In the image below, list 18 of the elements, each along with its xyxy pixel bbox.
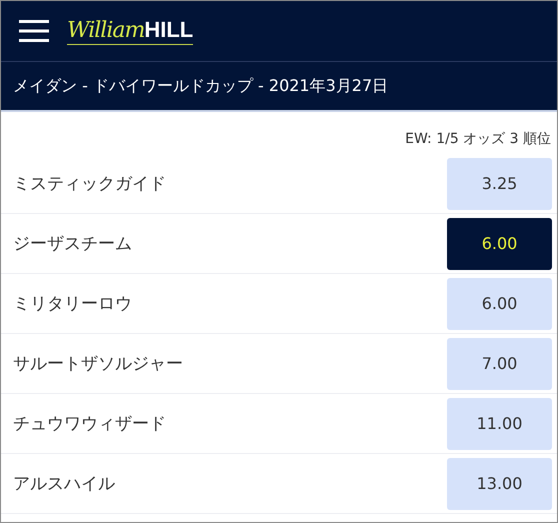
each-way-terms: EW: 1/5 オッズ 3 順位: [405, 130, 551, 148]
runner-name: ミリタリーロウ: [13, 293, 132, 315]
runner-name: チュウワウィザード: [13, 413, 166, 435]
menu-icon[interactable]: [19, 20, 49, 42]
odds-button[interactable]: 3.25: [447, 158, 552, 210]
event-title: メイダン - ドバイワールドカップ - 2021年3月27日: [13, 76, 388, 96]
runner-name: アルスハイル: [13, 473, 115, 495]
runner-name: ミスティックガイド: [13, 173, 166, 195]
runner-name: ジーザスチーム: [13, 233, 132, 255]
logo[interactable]: WilliamHILL: [67, 17, 194, 45]
logo-bold-text: HILL: [144, 17, 194, 43]
odds-button[interactable]: 6.00: [447, 278, 552, 330]
logo-script-text: William: [67, 18, 144, 43]
runner-name: サルートザソルジャー: [13, 353, 183, 375]
odds-button[interactable]: 13.00: [447, 458, 552, 510]
odds-button[interactable]: 7.00: [447, 338, 552, 390]
odds-button[interactable]: 11.00: [447, 398, 552, 450]
odds-button[interactable]: 6.00: [447, 218, 552, 270]
